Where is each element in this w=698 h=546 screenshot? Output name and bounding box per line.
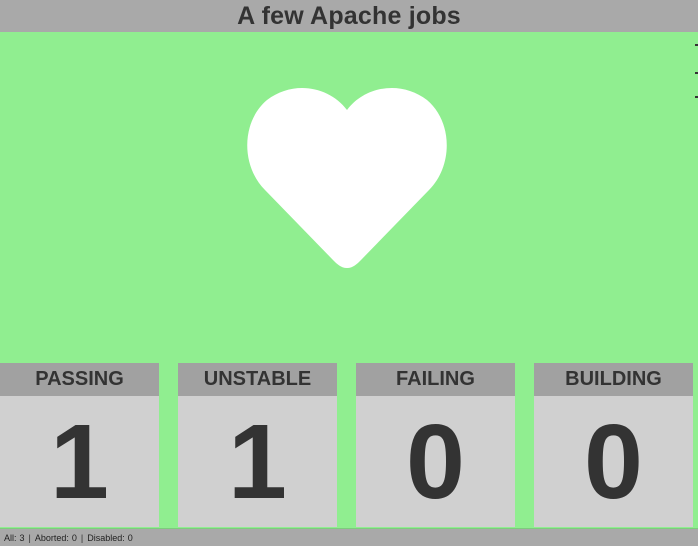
- status-separator: |: [28, 532, 31, 543]
- page-title: A few Apache jobs: [237, 1, 461, 30]
- disabled-label: Disabled:: [87, 532, 125, 543]
- building-tile: BUILDING 0: [534, 363, 693, 527]
- heart-icon: [237, 82, 457, 276]
- failing-label: FAILING: [356, 363, 515, 396]
- status-separator: |: [80, 532, 84, 543]
- unstable-count: 1: [228, 402, 287, 521]
- disabled-count: 0: [127, 532, 133, 543]
- heart-shape: [247, 87, 447, 268]
- status-bar: All: 3 | Aborted: 0 | Disabled: 0: [0, 528, 698, 546]
- aborted-label: Aborted:: [34, 532, 69, 543]
- aborted-count: 0: [71, 532, 77, 543]
- passing-count: 1: [50, 402, 109, 521]
- failing-tile: FAILING 0: [356, 363, 515, 527]
- passing-label: PASSING: [0, 363, 159, 396]
- building-count: 0: [584, 402, 643, 521]
- unstable-label: UNSTABLE: [178, 363, 337, 396]
- building-label: BUILDING: [534, 363, 693, 396]
- all-label: All:: [4, 532, 17, 543]
- failing-count: 0: [406, 402, 465, 521]
- title-bar: A few Apache jobs: [0, 0, 698, 32]
- passing-tile: PASSING 1: [0, 363, 159, 527]
- all-count: 3: [19, 532, 25, 543]
- unstable-tile: UNSTABLE 1: [178, 363, 337, 527]
